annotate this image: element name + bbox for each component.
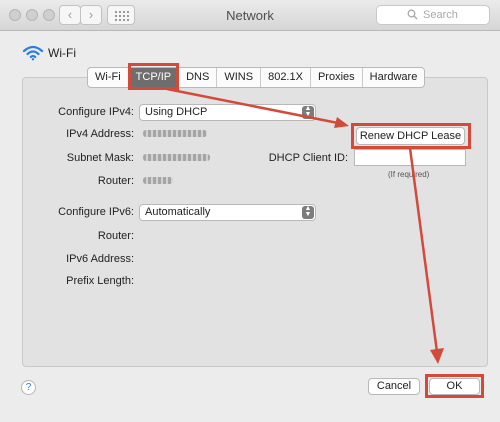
tcpip-tab-highlight [128,63,179,90]
network-name: Wi-Fi [48,46,76,60]
configure-ipv4-value: Using DHCP [145,106,208,118]
dhcp-client-id-field[interactable] [354,149,466,166]
dhcp-client-id-hint: (If required) [388,170,430,179]
router-label: Router: [97,175,134,187]
tab-hardware[interactable]: Hardware [363,68,425,87]
search-icon [407,8,418,26]
cancel-button[interactable]: Cancel [368,378,420,395]
wifi-icon [22,45,44,64]
tab-proxies[interactable]: Proxies [311,68,363,87]
configure-ipv6-value: Automatically [145,206,211,218]
ipv4-address-label: IPv4 Address: [66,128,134,140]
ipv6-address-label: IPv6 Address: [66,253,134,265]
help-button[interactable]: ? [21,380,36,395]
subnet-mask-label: Subnet Mask: [66,152,134,164]
tab-8021x[interactable]: 802.1X [261,68,311,87]
prefix-length-label: Prefix Length: [66,275,134,287]
router-value-redacted [143,177,173,184]
configure-ipv6-select[interactable]: Automatically ▲ ▼ [139,204,316,221]
search-field[interactable]: Search [376,5,490,25]
tab-wifi[interactable]: Wi-Fi [88,68,129,87]
configure-ipv6-label: Configure IPv6: [58,206,134,218]
ipv4-address-value-redacted [143,130,207,137]
search-placeholder: Search [423,9,458,21]
ok-button-highlight [425,374,484,398]
configure-ipv4-label: Configure IPv4: [58,106,134,118]
dhcp-client-id-label: DHCP Client ID: [268,152,348,164]
tab-dns[interactable]: DNS [179,68,218,87]
title-bar: ‹ › Network Search [0,0,500,31]
renew-lease-highlight [351,123,471,149]
configure-ipv4-select[interactable]: Using DHCP ▲ ▼ [139,104,316,121]
chevron-updown-icon: ▲ ▼ [302,105,314,119]
chevron-updown-icon: ▲ ▼ [302,205,314,219]
subnet-mask-value-redacted [143,154,210,161]
tab-wins[interactable]: WINS [217,68,262,87]
router6-label: Router: [97,230,134,242]
